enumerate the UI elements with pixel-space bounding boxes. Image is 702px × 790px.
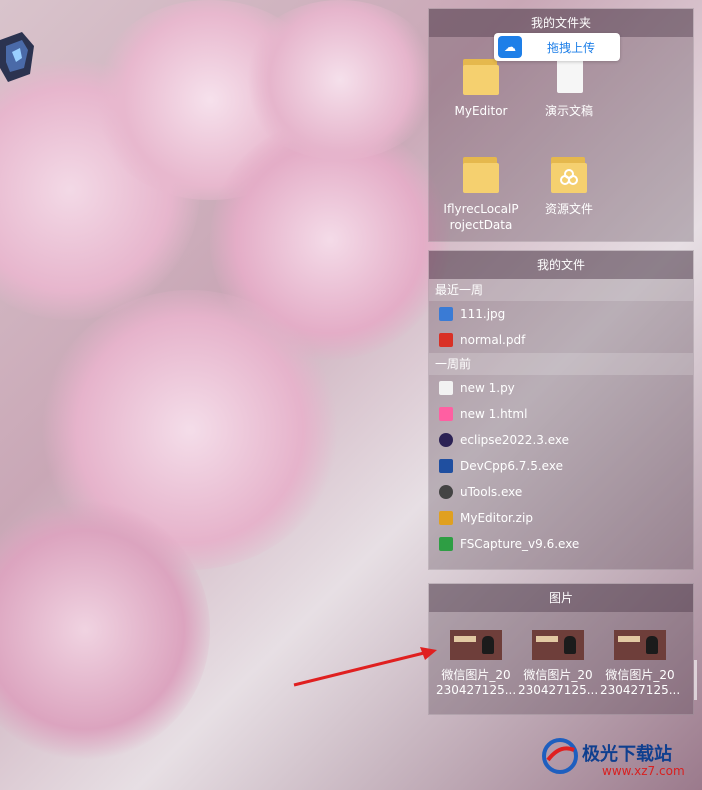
file-row[interactable]: MyEditor.zip bbox=[429, 505, 693, 531]
file-name: eclipse2022.3.exe bbox=[460, 433, 569, 447]
pictures-panel-title: 图片 bbox=[429, 584, 693, 612]
file-row[interactable]: eclipse2022.3.exe bbox=[429, 427, 693, 453]
folder-label: 演示文稿 bbox=[544, 104, 593, 118]
picture-name: 微信图片_20 bbox=[441, 668, 511, 682]
image-icon bbox=[439, 307, 453, 321]
html-file-icon bbox=[439, 407, 453, 421]
picture-thumbnail bbox=[614, 630, 666, 660]
file-name: new 1.html bbox=[460, 407, 528, 421]
files-panel: 我的文件 最近一周 111.jpg normal.pdf 一周前 new 1.p… bbox=[428, 250, 694, 570]
file-name: DevCpp6.7.5.exe bbox=[460, 459, 563, 473]
folder-label: 资源文件 bbox=[544, 202, 593, 216]
desktop-app-icon[interactable] bbox=[0, 28, 36, 88]
file-name: MyEditor.zip bbox=[460, 511, 533, 525]
resource-folder-icon bbox=[549, 151, 589, 195]
folder-resources[interactable]: 资源文件 bbox=[529, 139, 609, 237]
folder-label: IflyrecLocalProjectData bbox=[443, 202, 519, 232]
picture-thumbnail bbox=[532, 630, 584, 660]
section-older: 一周前 bbox=[429, 353, 693, 375]
folder-label: MyEditor bbox=[454, 104, 508, 118]
section-recent-week: 最近一周 bbox=[429, 279, 693, 301]
picture-name: 微信图片_20 bbox=[523, 668, 593, 682]
file-name: normal.pdf bbox=[460, 333, 526, 347]
file-name: FSCapture_v9.6.exe bbox=[460, 537, 580, 551]
file-name: 111.jpg bbox=[460, 307, 506, 321]
picture-thumbnail bbox=[450, 630, 502, 660]
site-watermark: 极光下载站 www.xz7.com bbox=[540, 736, 700, 784]
file-row[interactable]: DevCpp6.7.5.exe bbox=[429, 453, 693, 479]
picture-name: 230427125... bbox=[436, 683, 517, 697]
annotation-arrow-icon bbox=[293, 647, 437, 687]
eclipse-icon bbox=[439, 433, 453, 447]
file-row[interactable]: uTools.exe bbox=[429, 479, 693, 505]
pictures-panel: 图片 微信图片_20 230427125... 微信图片_20 23042712… bbox=[428, 583, 694, 715]
file-row[interactable]: new 1.html bbox=[429, 401, 693, 427]
watermark-logo-icon bbox=[542, 738, 578, 774]
picture-item[interactable]: 微信图片_20 230427125... bbox=[600, 624, 680, 698]
picture-name: 230427125... bbox=[518, 683, 599, 697]
pdf-icon bbox=[439, 333, 453, 347]
utools-icon bbox=[439, 485, 453, 499]
file-row[interactable]: new 1.py bbox=[429, 375, 693, 401]
file-row[interactable]: normal.pdf bbox=[429, 327, 693, 353]
cloud-upload-icon: ☁ bbox=[498, 36, 522, 58]
file-name: new 1.py bbox=[460, 381, 515, 395]
text-file-icon bbox=[439, 381, 453, 395]
fscapture-icon bbox=[439, 537, 453, 551]
drag-upload-button[interactable]: ☁ 拖拽上传 bbox=[494, 33, 620, 61]
folder-icon bbox=[461, 151, 501, 195]
devcpp-icon bbox=[439, 459, 453, 473]
zip-icon bbox=[439, 511, 453, 525]
file-name: uTools.exe bbox=[460, 485, 523, 499]
picture-item[interactable]: 微信图片_20 230427125... bbox=[436, 624, 516, 698]
picture-name: 微信图片_20 bbox=[605, 668, 675, 682]
folder-iflyrec[interactable]: IflyrecLocalProjectData bbox=[441, 139, 521, 237]
files-panel-title: 我的文件 bbox=[429, 251, 693, 279]
watermark-text: 极光下载站 bbox=[582, 744, 672, 765]
file-row[interactable]: 111.jpg bbox=[429, 301, 693, 327]
picture-name: 230427125... bbox=[600, 683, 681, 697]
picture-item[interactable]: 微信图片_20 230427125... bbox=[518, 624, 598, 698]
upload-label: 拖拽上传 bbox=[546, 40, 595, 55]
watermark-url: www.xz7.com bbox=[602, 764, 685, 778]
pictures-scrollbar[interactable] bbox=[694, 660, 697, 700]
file-row[interactable]: FSCapture_v9.6.exe bbox=[429, 531, 693, 557]
